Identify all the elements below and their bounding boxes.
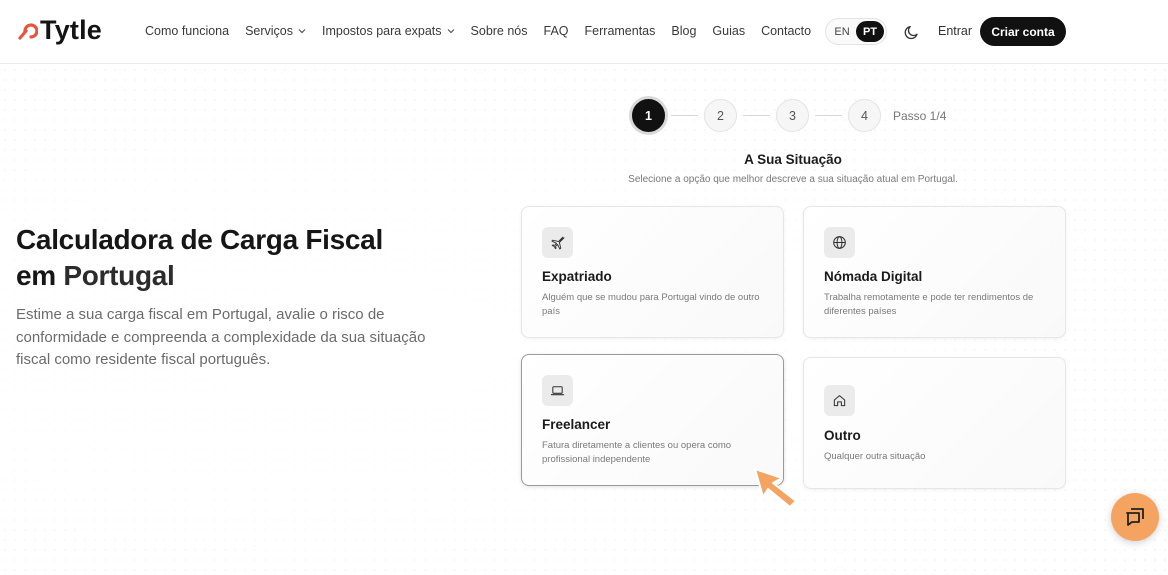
option-card-nomada-digital[interactable]: Nómada Digital Trabalha remotamente e po… [803,206,1066,338]
moon-icon [904,25,918,40]
option-title: Expatriado [542,269,612,284]
section-subtitle: Selecione a opção que melhor descreve a … [628,174,958,185]
site-header: Tytle Como funciona Serviços Impostos pa… [0,0,1168,64]
option-title: Nómada Digital [824,269,923,284]
nav-item-sobre-nos[interactable]: Sobre nós [471,24,528,38]
main-nav: Como funciona Serviços Impostos para exp… [145,24,827,38]
step-1[interactable]: 1 [632,99,665,132]
chat-icon [1126,508,1144,526]
step-4[interactable]: 4 [848,99,881,132]
logo-mark-icon [18,22,38,40]
option-title: Freelancer [542,417,611,432]
login-link[interactable]: Entrar [938,24,972,38]
chat-button[interactable] [1111,493,1159,541]
step-connector [671,115,698,116]
nav-item-impostos[interactable]: Impostos para expats [322,24,455,38]
option-card-freelancer[interactable]: Freelancer Fatura diretamente a clientes… [521,354,784,486]
language-switcher: EN PT [825,18,887,45]
nav-label: Ferramentas [584,24,656,38]
step-3[interactable]: 3 [776,99,809,132]
option-title: Outro [824,428,861,443]
lang-pt-button[interactable]: PT [856,21,884,42]
logo[interactable]: Tytle [16,15,102,46]
title-line-1: Calculadora de Carga Fiscal [16,224,383,255]
nav-item-servicos[interactable]: Serviços [245,24,306,38]
nav-label: Sobre nós [470,24,528,38]
chevron-down-icon [298,29,306,34]
option-description: Alguém que se mudou para Portugal vindo … [542,292,760,317]
option-card-expatriado[interactable]: Expatriado Alguém que se mudou para Port… [521,206,784,338]
option-description: Trabalha remotamente e pode ter rendimen… [824,292,1034,317]
chevron-down-icon [447,29,454,34]
step-label: Passo 1/4 [893,108,947,123]
nav-item-faq[interactable]: FAQ [544,24,569,38]
logo-text: Tytle [40,15,103,45]
nav-item-guias[interactable]: Guias [712,24,745,38]
nav-item-contacto[interactable]: Contacto [761,24,811,38]
title-line-2a: em [16,260,64,291]
nav-item-como-funciona[interactable]: Como funciona [145,24,229,38]
nav-label: Impostos para expats [322,24,442,38]
step-2[interactable]: 2 [704,99,737,132]
lang-en-button[interactable]: EN [828,21,856,42]
nav-item-blog[interactable]: Blog [671,24,696,38]
page-title: Calculadora de Carga Fiscal em Portugal [16,222,446,294]
home-icon [824,385,855,416]
nav-label: Guias [712,24,746,38]
nav-label: FAQ [543,24,569,38]
stepper: 1 2 3 4 Passo 1/4 [632,99,946,132]
nav-label: Serviços [245,24,294,38]
option-description: Qualquer outra situação [824,451,926,462]
theme-toggle-button[interactable] [904,24,920,40]
title-line-2b: Portugal [63,260,175,291]
laptop-icon [542,375,573,406]
signup-button[interactable]: Criar conta [980,17,1066,46]
nav-label: Blog [671,24,697,38]
option-description: Fatura diretamente a clientes ou opera c… [542,440,732,465]
nav-item-ferramentas[interactable]: Ferramentas [585,24,656,38]
nav-label: Contacto [761,24,812,38]
step-connector [743,115,770,116]
globe-icon [824,227,855,258]
plane-icon [542,227,573,258]
page-description: Estime a sua carga fiscal em Portugal, a… [16,306,426,368]
mouse-pointer-icon [752,466,800,515]
option-card-outro[interactable]: Outro Qualquer outra situação [803,357,1066,489]
step-connector [815,115,842,116]
section-title: A Sua Situação [744,152,842,167]
nav-label: Como funciona [145,24,230,38]
